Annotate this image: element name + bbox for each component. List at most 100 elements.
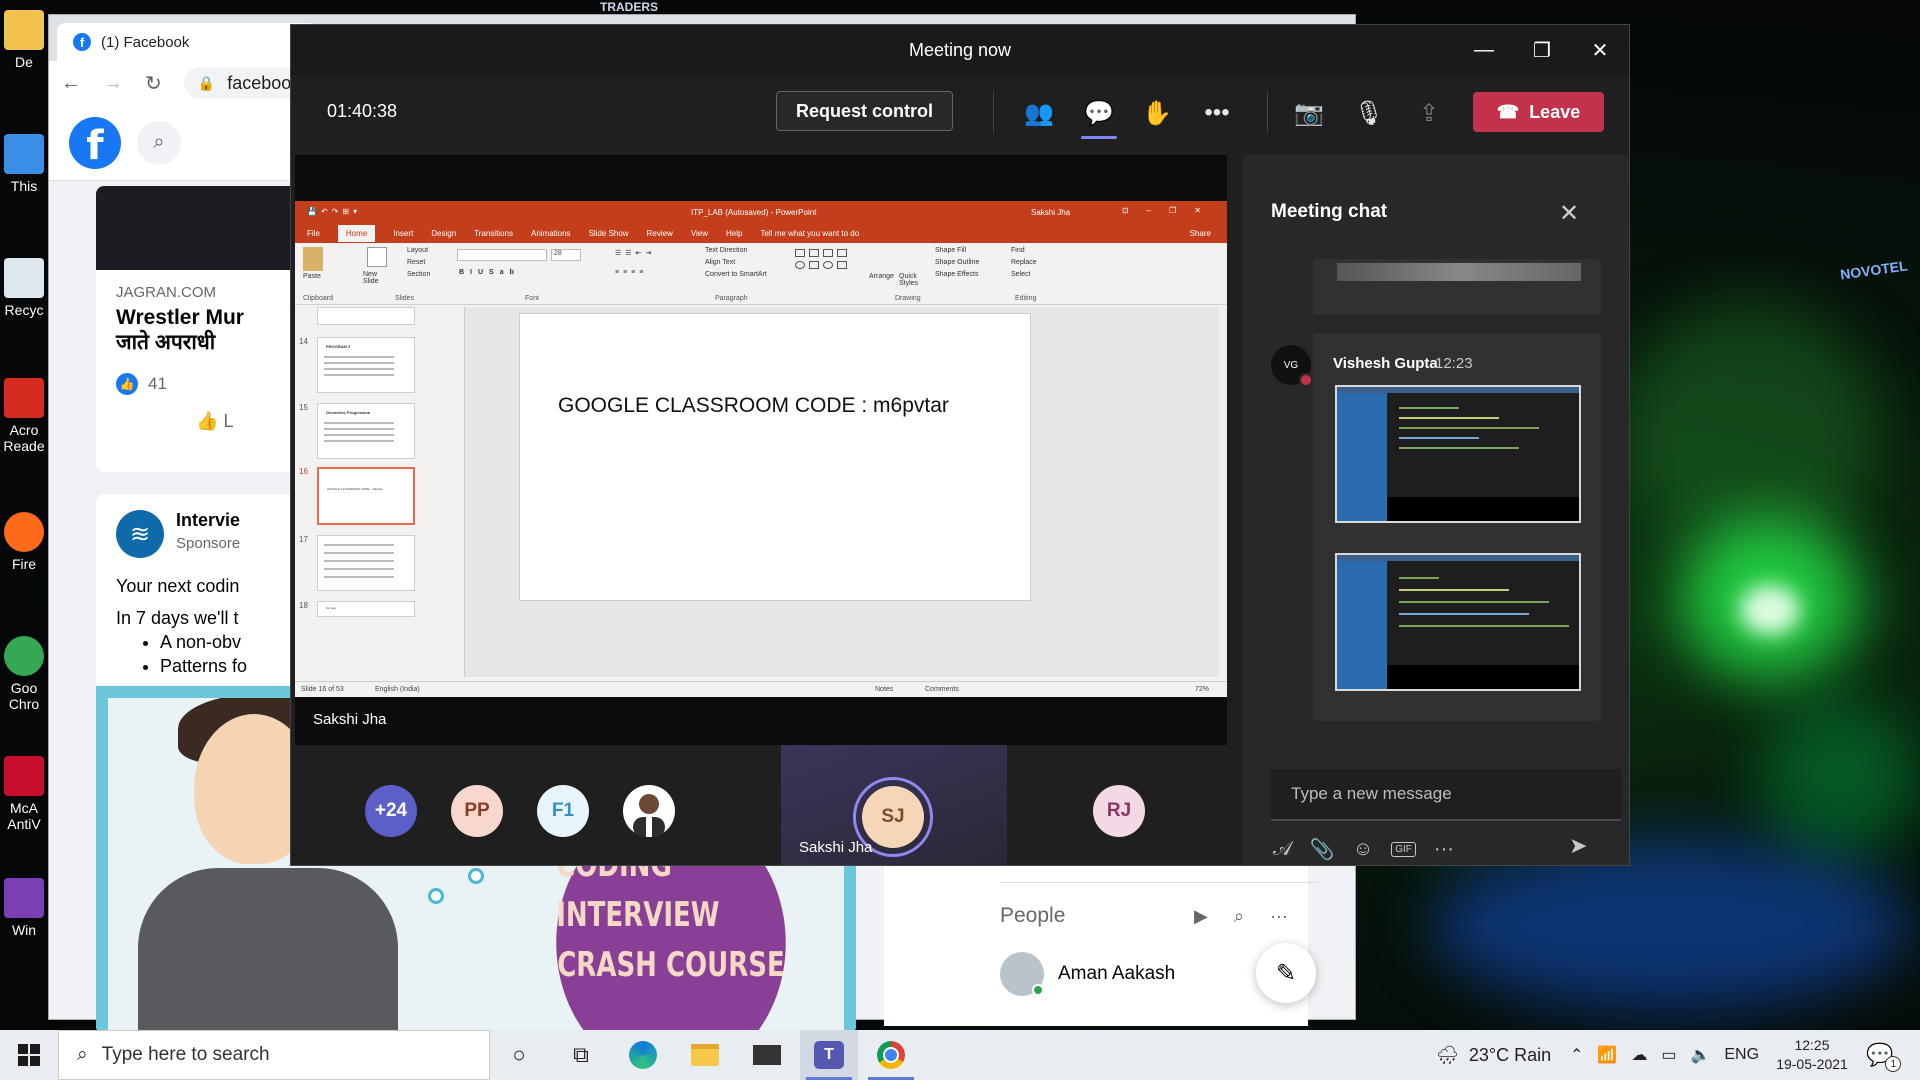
powerpoint-window-controls: ⊡–❐✕ xyxy=(1121,206,1219,215)
video-call-icon[interactable]: ▶ xyxy=(1194,906,1208,927)
cortana-button[interactable]: ○ xyxy=(490,1030,548,1080)
message-timestamp: 12:23 xyxy=(1435,355,1473,372)
more-actions-icon[interactable]: ••• xyxy=(1197,93,1237,133)
notification-center-button[interactable]: 💬 1 xyxy=(1866,1042,1902,1072)
desktop-icon-recycle-bin[interactable]: Recyc xyxy=(0,258,48,318)
close-icon[interactable]: ✕ xyxy=(1559,199,1579,228)
shape-gallery-item xyxy=(837,249,847,257)
emoji-icon[interactable]: ☺ xyxy=(1353,838,1373,861)
forward-arrow-icon[interactable]: → xyxy=(103,72,123,95)
image-attachment[interactable] xyxy=(1335,385,1581,523)
more-options-icon[interactable]: ··· xyxy=(1270,906,1288,927)
language-indicator[interactable]: ENG xyxy=(1724,1046,1759,1064)
desktop-icon-acrobat[interactable]: Acro Reade xyxy=(0,378,48,454)
code-line xyxy=(1399,613,1529,615)
ribbon-group-slides: Slides xyxy=(395,295,415,302)
chat-icon[interactable]: 💬 xyxy=(1079,93,1119,139)
desktop-icon-chrome[interactable]: Goo Chro xyxy=(0,636,48,712)
network-icon[interactable]: ☁ xyxy=(1631,1045,1647,1065)
desktop-icon-firefox[interactable]: Fire xyxy=(0,512,48,572)
new-message-button[interactable]: ✎ xyxy=(1256,943,1316,1003)
desktop-icon-folder[interactable]: De xyxy=(0,10,48,70)
battery-icon[interactable]: ▭ xyxy=(1661,1045,1676,1065)
folder-icon xyxy=(4,10,44,50)
thumbs-up-outline-icon: 👍 xyxy=(196,411,219,431)
gif-icon[interactable]: GIF xyxy=(1391,842,1416,857)
tell-me-box: Tell me what you want to do xyxy=(760,228,860,238)
more-options-icon[interactable]: ··· xyxy=(1434,838,1454,861)
wifi-icon[interactable]: 📶 xyxy=(1597,1045,1617,1065)
chat-message-input[interactable]: Type a new message xyxy=(1271,769,1621,821)
mic-muted-icon[interactable]: 🎙 xyxy=(1349,93,1389,133)
request-control-button[interactable]: Request control xyxy=(776,91,953,131)
ribbon-tab-review: Review xyxy=(646,228,673,238)
participant-avatar[interactable]: F1 xyxy=(537,785,589,837)
back-arrow-icon[interactable]: ← xyxy=(61,72,81,95)
participants-icon[interactable]: 👥 xyxy=(1019,93,1059,133)
search-icon[interactable]: ⌕ xyxy=(1234,906,1244,927)
raise-hand-icon[interactable]: ✋ xyxy=(1137,93,1177,133)
facebook-logo-icon[interactable]: f xyxy=(69,116,121,169)
task-view-icon: ⧉ xyxy=(573,1042,589,1067)
desktop-icon-winrar[interactable]: Win xyxy=(0,878,48,938)
phone-hangup-icon: ☎ xyxy=(1496,101,1520,122)
desktop-icon-mcafee[interactable]: McA AntiV xyxy=(0,756,48,832)
powerpoint-ribbon: Paste New Slide Layout Reset Section 28 … xyxy=(295,243,1227,305)
search-icon[interactable]: ⌕ xyxy=(137,120,181,165)
participant-avatar[interactable]: PP xyxy=(451,785,503,837)
start-button[interactable] xyxy=(0,1030,58,1080)
taskbar-chrome[interactable] xyxy=(862,1030,920,1080)
participant-avatar[interactable]: RJ xyxy=(1093,785,1145,837)
quick-access-toolbar: 💾↶↷⊞▾ xyxy=(307,207,362,216)
leave-button[interactable]: ☎ Leave xyxy=(1473,92,1604,132)
taskbar-edge[interactable] xyxy=(614,1030,672,1080)
advertiser-name[interactable]: Intervie xyxy=(176,510,240,531)
close-icon[interactable]: ✕ xyxy=(1571,25,1629,75)
send-icon[interactable]: ➤ xyxy=(1569,833,1587,859)
active-speaker-tile[interactable]: SJ Sakshi Jha xyxy=(781,745,1007,865)
contact-row[interactable]: Aman Aakash xyxy=(1000,952,1175,996)
reload-icon[interactable]: ↻ xyxy=(145,71,162,96)
taskbar-file-explorer[interactable] xyxy=(676,1030,734,1080)
taskbar-teams[interactable]: T xyxy=(800,1030,858,1080)
minimize-icon[interactable]: — xyxy=(1455,25,1513,75)
taskbar-search-box[interactable]: ⌕ Type here to search xyxy=(58,1030,490,1080)
task-view-button[interactable]: ⧉ xyxy=(552,1030,610,1080)
slide-thumbnail xyxy=(317,535,415,591)
layout-label: Layout xyxy=(407,247,429,254)
slide-number: 17 xyxy=(299,535,308,544)
desktop-icon-this-pc[interactable]: This xyxy=(0,134,48,194)
thumbnail-line xyxy=(324,362,394,364)
align-buttons: ≡≡≡≡ xyxy=(615,269,648,276)
volume-icon[interactable]: 🔈 xyxy=(1690,1045,1710,1065)
participant-photo-avatar[interactable] xyxy=(623,785,675,837)
screenshot-header xyxy=(1337,387,1579,393)
share-tray-icon[interactable]: ⇪ xyxy=(1409,93,1449,133)
format-icon[interactable]: 𝒜 xyxy=(1273,838,1292,861)
shape-gallery-item xyxy=(795,249,805,257)
shared-screen-stage[interactable]: 💾↶↷⊞▾ ITP_LAB (Autosaved) - PowerPoint S… xyxy=(295,155,1227,745)
chrome-tab-facebook[interactable]: f (1) Facebook xyxy=(57,23,317,61)
search-placeholder: Type here to search xyxy=(101,1044,270,1065)
image-attachment[interactable] xyxy=(1335,553,1581,691)
sponsored-label: Sponsore xyxy=(176,535,241,552)
slide-editing-area: GOOGLE CLASSROOM CODE : m6pvtar xyxy=(465,307,1219,677)
advertiser-logo-icon[interactable]: ≋ xyxy=(116,510,164,558)
participant-overflow[interactable]: +24 xyxy=(365,785,417,837)
taskbar-mail[interactable] xyxy=(738,1030,796,1080)
thumbnail-text: PROGRAM 2 xyxy=(326,344,351,349)
avatar-initials: VG xyxy=(1283,359,1299,371)
maximize-icon[interactable]: ❐ xyxy=(1513,25,1571,75)
slide-thumbnail: Geometric Progression xyxy=(317,403,415,459)
clock[interactable]: 12:25 19-05-2021 xyxy=(1772,1036,1852,1074)
camera-off-icon[interactable]: 📷 xyxy=(1289,93,1329,133)
powerpoint-status-bar: Slide 16 of 53 English (India) Notes Com… xyxy=(295,681,1227,697)
tree-node xyxy=(428,888,444,904)
attach-icon[interactable]: 📎 xyxy=(1310,837,1335,862)
notification-count: 1 xyxy=(1885,1056,1902,1072)
weather-widget[interactable]: 🌧 23°C Rain xyxy=(1436,1030,1551,1080)
ribbon-group-clipboard: Clipboard xyxy=(303,295,333,302)
chevron-up-icon[interactable]: ⌃ xyxy=(1570,1045,1583,1065)
traders-sign: TRADERS xyxy=(600,0,659,14)
image-attachment[interactable] xyxy=(1337,263,1581,281)
